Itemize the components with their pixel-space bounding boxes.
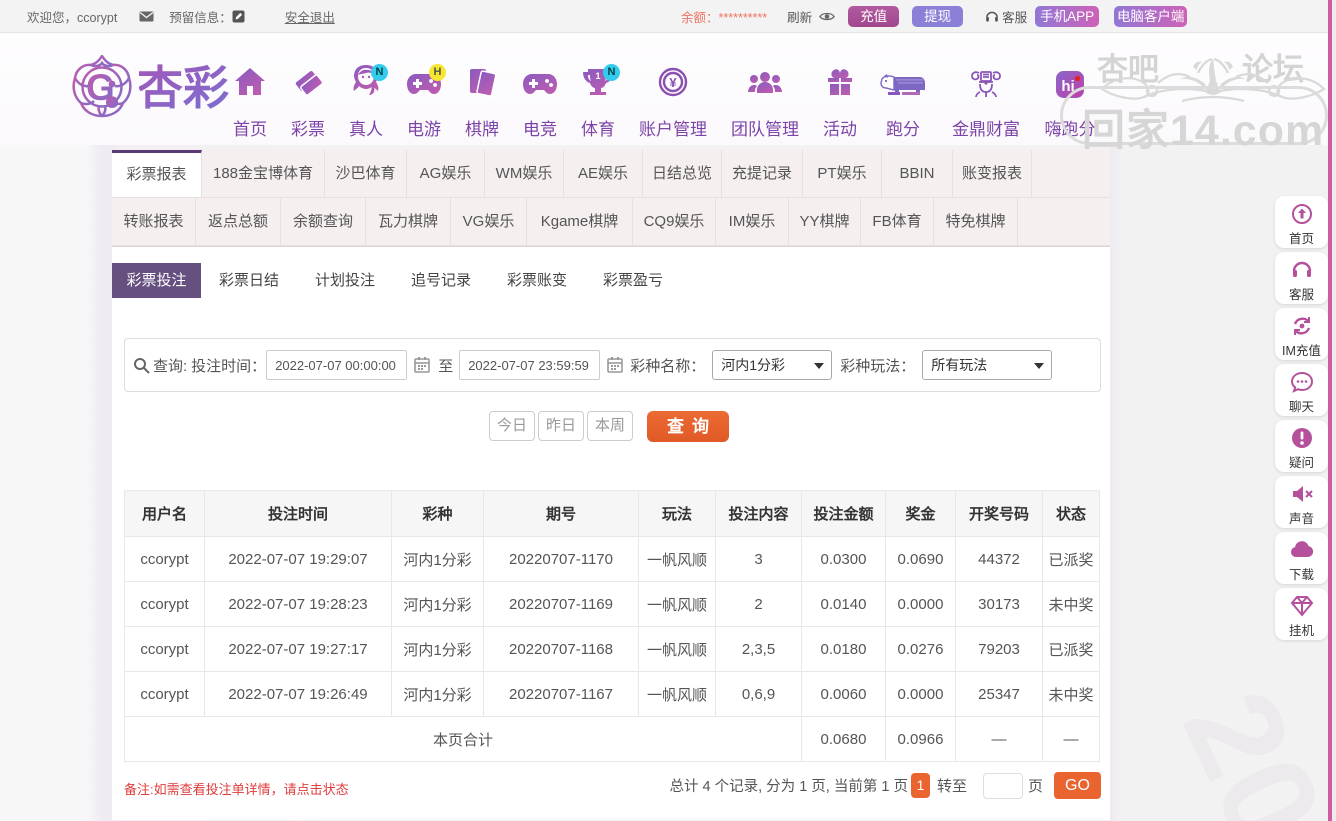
svg-text:杏彩: 杏彩 — [139, 62, 229, 114]
svg-text:1: 1 — [595, 71, 600, 81]
svg-text:¥: ¥ — [669, 75, 677, 90]
svg-text:hi: hi — [1061, 78, 1074, 95]
